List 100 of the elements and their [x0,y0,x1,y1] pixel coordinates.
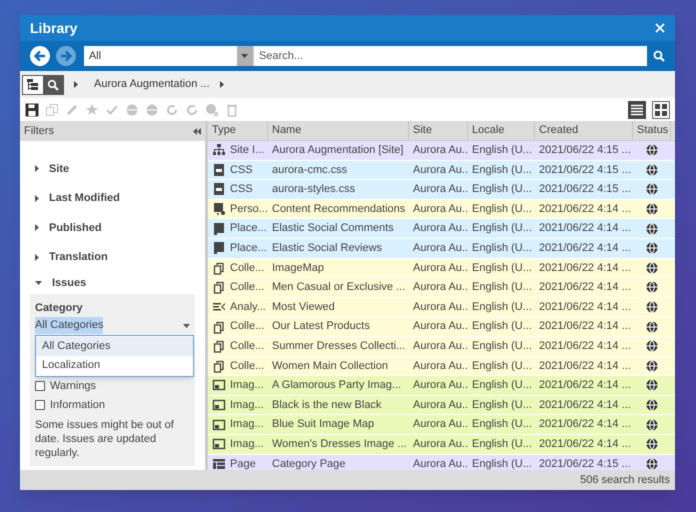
dropdown-option[interactable]: All Categories [36,337,193,356]
table-row[interactable]: Colle... Summer Dresses Collecti... Aurora Au...English (U... 2021/06/22 4:14 ... [208,336,675,357]
search-icon[interactable] [653,50,665,62]
star-icon[interactable] [85,102,99,116]
table-cell-text: Elastic Social Reviews [272,241,382,256]
table-cell-text: Aurora Au... [413,280,468,296]
table-row[interactable]: Imag... Black is the new Black Aurora Au...English (U... 2021/06/22 4:14 ... [208,396,675,416]
back-icon[interactable] [30,46,50,66]
table-row[interactable]: Imag... A Glamorous Party Imag... Aurora Au...English (U... 2021/06/22 4:14 ... [208,376,675,396]
table-cell-text: Most Viewed [272,300,335,315]
window-title: Library [30,18,78,38]
table-cell-text: Imag... [230,398,264,413]
table-cell-text: Imag... [230,378,264,394]
checkbox[interactable] [35,381,45,391]
checkbox[interactable] [35,400,45,410]
table-row[interactable]: Imag... Blue Suit Image Map Aurora Au...English (U... 2021/06/22 4:14 ... [208,415,675,435]
table-cell-text: English (U... [472,260,532,276]
table-cell-text: Aurora Au... [413,358,468,374]
save-icon[interactable] [25,102,39,116]
panel-title: Filters [24,124,54,139]
page-type-icon [212,456,226,470]
search-icon[interactable] [47,78,59,90]
table-cell-text: English (U... [472,378,532,394]
dropdown-option[interactable]: Localization [36,356,193,375]
table-cell-text: Aurora Au... [413,162,468,178]
table-cell-text: Analy... [230,300,266,315]
image-type-icon [212,378,226,392]
category-label: Category [35,301,84,316]
collection-type-icon [212,260,226,275]
column-header[interactable]: Type [208,121,268,140]
table-cell-text: 2021/06/22 4:14 ... [539,417,631,432]
table-cell-text: English (U... [472,300,532,315]
table-cell-text: CSS [230,162,253,178]
table-row[interactable]: Perso... Content Recommendations Aurora Au...English (U... 2021/06/22 4:14 ... [208,200,675,220]
table-row[interactable]: Page Category Page Aurora Au...English (U... 2021/06/22 4:15 ... [208,454,675,470]
table-cell-text: English (U... [472,417,532,432]
image-type-icon [212,398,226,412]
column-header[interactable]: Site [409,121,468,140]
filter-section[interactable]: Issues [20,272,205,294]
image-type-icon [212,418,226,432]
table-cell-text: Imag... [230,436,264,452]
check-icon[interactable] [105,102,119,116]
collection-type-icon [212,358,226,373]
filter-section[interactable]: Published [20,213,205,242]
table-cell-text: Category Page [272,456,346,470]
column-header[interactable]: Locale [468,121,535,140]
list-view-icon[interactable] [628,100,646,118]
breadcrumb-item[interactable]: Aurora Augmentation ... [94,76,210,93]
table-cell-text: Men Casual or Exclusive ... [272,280,406,296]
table-cell-text: Aurora Au... [413,338,468,354]
table-cell-text: Aurora Au... [413,436,468,452]
tree-view-icon[interactable] [26,78,40,92]
table-cell-text: Colle... [230,280,264,296]
table-cell-text: Aurora Augmentation [Site] [272,143,404,158]
column-header[interactable]: Name [268,121,409,140]
table-cell-text: English (U... [472,358,532,374]
css-type-icon [212,162,226,177]
table-cell-text: 2021/06/22 4:14 ... [539,260,631,276]
grid-view-icon[interactable] [652,100,670,118]
table-row[interactable]: Site I... Aurora Augmentation [Site] Aurora Au...English (U... 2021/06/22 4:15 ... [208,141,675,161]
table-cell-text: English (U... [472,221,532,236]
collapse-icon[interactable] [193,128,201,134]
table-cell-text: Summer Dresses Collecti... [272,338,406,354]
table-cell-text: English (U... [472,280,532,296]
table-cell-text: Blue Suit Image Map [272,417,374,432]
table-cell-text: Site I... [230,143,264,158]
table-cell-text: Page [230,456,256,470]
table-cell-text: Imag... [230,417,264,432]
type-dropdown[interactable]: All [84,46,253,66]
table-row[interactable]: Place... Elastic Social Comments Aurora Au...English (U... 2021/06/22 4:14 ... [208,219,675,239]
table-row[interactable]: Colle... Men Casual or Exclusive ... Aurora Au...English (U... 2021/06/22 4:14 ... [208,278,675,298]
table-cell-text: Elastic Social Comments [272,221,394,236]
filter-section[interactable]: Site [20,154,205,184]
table-cell-text: Colle... [230,358,264,374]
table-row[interactable]: Colle... Our Latest Products Aurora Au...English (U... 2021/06/22 4:14 ... [208,317,675,337]
close-icon[interactable] [655,23,665,33]
column-header[interactable]: Created [535,121,633,140]
filter-section[interactable]: Translation [20,242,205,272]
table-row[interactable]: Place... Elastic Social Reviews Aurora Au...English (U... 2021/06/22 4:14 ... [208,238,675,259]
table-cell-text: English (U... [472,162,532,178]
filter-section[interactable]: Last Modified [20,184,205,213]
status-text: 506 search results [580,472,670,488]
column-header[interactable]: Status [633,121,671,140]
table-row[interactable]: Colle... Women Main Collection Aurora Au...English (U... 2021/06/22 4:14 ... [208,356,675,376]
caret-icon [241,54,248,58]
issues-note: Some issues might be out of date. Issues are updated regularly. [35,418,175,460]
search-field[interactable]: Search... [252,46,648,66]
site-type-icon [212,143,226,158]
table-cell-text: 2021/06/22 4:15 ... [539,143,631,158]
image-type-icon [212,437,226,452]
table-row[interactable]: Colle... ImageMap Aurora Au...English (U... 2021/06/22 4:14 ... [208,258,675,278]
table-row[interactable]: CSS aurora-cmc.css Aurora Au...English (U... 2021/06/22 4:15 ... [208,160,675,180]
table-cell-text: 2021/06/22 4:14 ... [539,221,631,236]
personalization-type-icon [212,202,226,216]
table-cell-text: A Glamorous Party Imag... [272,378,401,394]
table-row[interactable]: Analy... Most Viewed Aurora Au...English (U... 2021/06/22 4:14 ... [208,298,675,318]
table-row[interactable]: Imag... Women's Dresses Image ... Aurora Au...English (U... 2021/06/22 4:14 ... [208,434,675,454]
table-cell-text: 2021/06/22 4:14 ... [539,378,631,394]
css-type-icon [212,182,226,196]
table-row[interactable]: CSS aurora-styles.css Aurora Au...English (U... 2021/06/22 4:15 ... [208,180,675,200]
